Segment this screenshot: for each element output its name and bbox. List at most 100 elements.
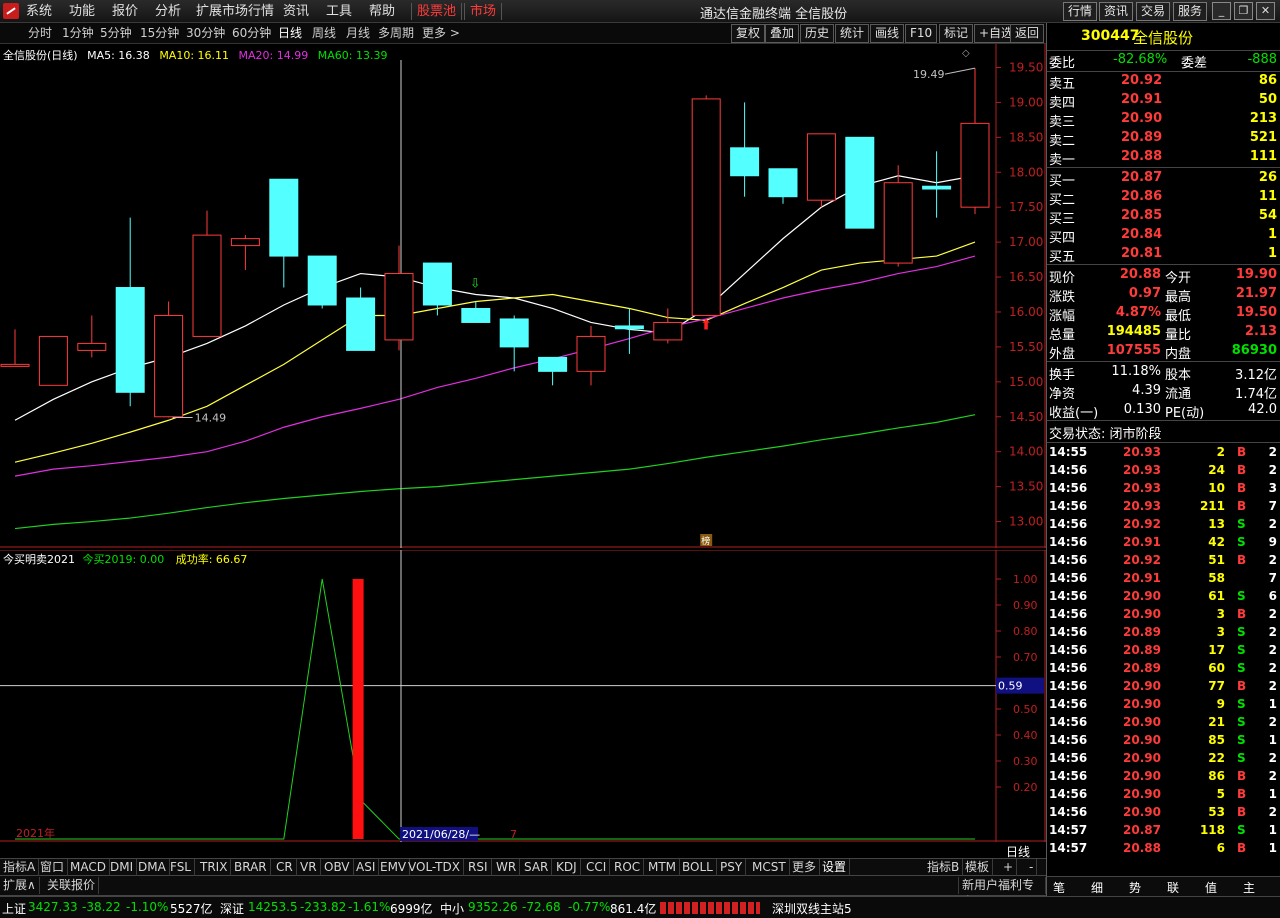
indicator-tab-19[interactable]: ROC [611,859,645,876]
candle-body[interactable] [115,287,145,393]
menu-red-item-1[interactable]: 市场 [464,3,503,20]
candle-body[interactable] [422,262,452,306]
menu-item-5[interactable]: 资讯 [283,3,309,20]
candle-body[interactable] [154,314,184,418]
bid-row[interactable]: 买四 20.84 1 [1047,226,1280,246]
period-tab-2[interactable]: 5分钟 [100,25,132,42]
candle-body[interactable] [538,356,568,372]
quote-tab-4[interactable]: 值 [1205,879,1217,896]
candle-body[interactable] [614,325,644,330]
indicator-right-tab-1[interactable]: 模板 [962,859,994,876]
top-button-0[interactable]: 行情 [1063,2,1098,21]
quote-tab-5[interactable]: 主 [1243,879,1255,896]
sh-index-label[interactable]: 上证 [2,900,26,917]
candle-body[interactable] [768,168,798,198]
indicator-tab-5[interactable]: FSL [167,859,195,876]
bid-row[interactable]: 买二 20.86 11 [1047,188,1280,208]
menu-item-7[interactable]: 帮助 [369,3,395,20]
toolbar-button-8[interactable]: 返回 [1010,24,1045,43]
menu-item-2[interactable]: 报价 [112,3,138,20]
candle-body[interactable] [269,178,299,257]
kline-chart[interactable]: 19.50 19.00 18.50 18.00 17.50 17.00 16.50 16.00… [0,44,1046,548]
indicator-tab-16[interactable]: SAR [521,859,553,876]
ask-row[interactable]: 卖一 20.88 111 [1047,148,1280,168]
toolbar-button-0[interactable]: 复权 [731,24,766,43]
server-name[interactable]: 深圳双线主站5 [772,900,852,917]
toolbar-button-5[interactable]: F10 [905,24,938,43]
period-tab-10[interactable]: 更多 > [422,25,460,42]
candle-body[interactable] [307,255,337,306]
indicator-right-tab-3[interactable]: - [1026,859,1038,876]
indicator-tab-8[interactable]: CR [273,859,297,876]
candle-body[interactable] [653,321,683,341]
close-icon[interactable]: ✕ [1256,2,1275,20]
indicator-tab-2[interactable]: MACD [67,859,110,876]
indicator-tab-1[interactable]: 窗口 [37,859,69,876]
signal-bar[interactable] [352,579,364,839]
indicator-tab-25[interactable]: 设置 [819,859,851,876]
top-button-1[interactable]: 资讯 [1099,2,1134,21]
indicator-tab-7[interactable]: BRAR [231,859,271,876]
candle-body[interactable] [384,273,414,341]
candle-body[interactable] [806,133,836,201]
indicator-right-tab-0[interactable]: 指标B [924,859,964,876]
ask-row[interactable]: 卖四 20.91 50 [1047,91,1280,111]
indicator-tab-21[interactable]: BOLL [679,859,717,876]
restore-icon[interactable]: ❐ [1234,2,1253,20]
toolbar-button-4[interactable]: 画线 [870,24,905,43]
indicator-tab-9[interactable]: VR [297,859,321,876]
candle-body[interactable] [461,307,491,323]
candle-body[interactable] [38,335,68,386]
indicator-tab-17[interactable]: KDJ [553,859,581,876]
indicator-tab-6[interactable]: TRIX [197,859,232,876]
ask-row[interactable]: 卖五 20.92 86 [1047,72,1280,92]
candle-body[interactable] [499,318,529,348]
indicator-right-tab-2[interactable]: + [1000,859,1018,876]
quote-tab-0[interactable]: 笔 [1053,879,1065,896]
indicator-tab-13[interactable]: VOL-TDX [405,859,464,876]
toolbar-button-3[interactable]: 统计 [835,24,870,43]
candle-body[interactable] [230,238,260,247]
period-tab-7[interactable]: 周线 [312,25,336,42]
period-tab-9[interactable]: 多周期 [378,25,414,42]
promo-link[interactable]: 新用户福利专享 [958,877,1046,909]
zx-index-label[interactable]: 中小 [440,900,464,917]
period-tab-8[interactable]: 月线 [346,25,370,42]
top-button-3[interactable]: 服务 [1173,2,1208,21]
toolbar-button-2[interactable]: 历史 [800,24,835,43]
menu-item-3[interactable]: 分析 [155,3,181,20]
candle-body[interactable] [883,182,913,264]
indicator-tab-20[interactable]: MTM [645,859,681,876]
indicator-tab-14[interactable]: RSI [465,859,492,876]
indicator-tab-18[interactable]: CCI [583,859,611,876]
quote-tab-1[interactable]: 细 [1091,879,1103,896]
indicator-tab-15[interactable]: WR [493,859,521,876]
indicator-tab-22[interactable]: PSY [717,859,747,876]
bid-row[interactable]: 买一 20.87 26 [1047,169,1280,189]
top-button-2[interactable]: 交易 [1136,2,1171,21]
bid-row[interactable]: 买五 20.81 1 [1047,245,1280,265]
indicator-chart[interactable]: 1.00 0.90 0.80 0.70 0.50 0.40 0.30 0.20 0.59 2021… [0,550,1046,842]
menu-item-1[interactable]: 功能 [69,3,95,20]
sz-index-label[interactable]: 深证 [220,900,244,917]
candle-body[interactable] [192,234,222,337]
sub-tab-1[interactable]: 关联报价 [44,877,100,894]
ask-row[interactable]: 卖二 20.89 521 [1047,129,1280,149]
toolbar-button-1[interactable]: 叠加 [765,24,800,43]
candle-body[interactable] [77,342,107,351]
indicator-tab-11[interactable]: ASI [353,859,380,876]
period-tab-3[interactable]: 15分钟 [140,25,179,42]
candle-body[interactable] [845,136,875,229]
period-tab-6[interactable]: 日线 [278,25,302,42]
period-tab-1[interactable]: 1分钟 [62,25,94,42]
candle-body[interactable] [0,363,30,367]
bid-row[interactable]: 买三 20.85 54 [1047,207,1280,227]
candle-body[interactable] [576,335,606,372]
toolbar-button-6[interactable]: 标记 [939,24,974,43]
indicator-tab-3[interactable]: DMI [107,859,138,876]
minimize-icon[interactable]: _ [1212,2,1231,20]
indicator-tab-24[interactable]: 更多 [789,859,821,876]
menu-item-0[interactable]: 系统 [26,3,52,20]
candle-body[interactable] [960,122,990,208]
candle-body[interactable] [730,147,760,177]
